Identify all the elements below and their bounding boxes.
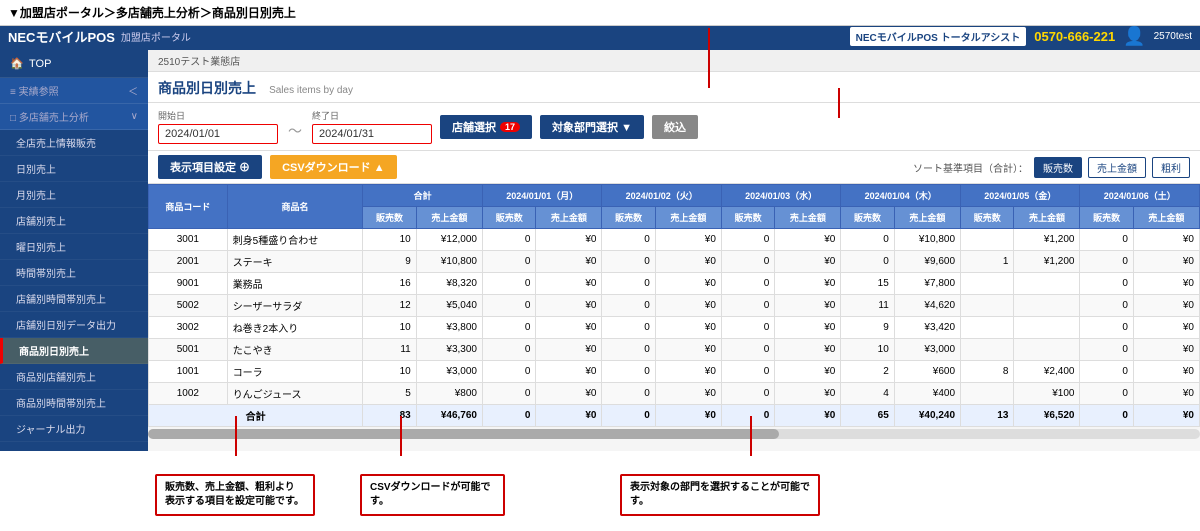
col-code: 商品コード [149,185,228,229]
data-table: 商品コード 商品名 合計 2024/01/01（月） 2024/01/02（火）… [148,184,1200,427]
page-header: 商品別日別売上 Sales items by day [148,72,1200,103]
execute-button[interactable]: 絞込 [652,115,698,139]
dept-select-button[interactable]: 対象部門選択 ▼ [540,115,644,139]
store-count-badge: 17 [500,122,520,132]
col-d1: 2024/01/01（月） [483,185,602,207]
logo: NECモバイルPOS [8,27,115,46]
sidebar-sub-product-hourly[interactable]: 商品別時間帯別売上 [0,390,148,416]
end-date-group: 終了日 [312,109,432,144]
page-title: 商品別日別売上 [158,80,256,96]
col-total: 合計 [363,185,483,207]
app-header: NECモバイルPOS 加盟店ポータル NECモバイルPOS トータルアシスト 0… [0,22,1200,50]
store-label: 2510テスト業態店 [148,50,1200,72]
callout-display: 販売数、売上金額、粗利より表示する項目を設定可能です。 [155,474,315,516]
sidebar-sub-journal[interactable]: ジャーナル出力 [0,416,148,442]
col-name: 商品名 [227,185,363,229]
sidebar-section-multi[interactable]: □ 多店舗売上分析 ∨ [0,104,148,130]
display-settings-button[interactable]: 表示項目設定 ⊕ [158,155,262,179]
data-table-wrapper[interactable]: 商品コード 商品名 合計 2024/01/01（月） 2024/01/02（火）… [148,184,1200,451]
sidebar-sub-dow[interactable]: 曜日別売上 [0,234,148,260]
date-separator: ～ [288,121,302,141]
table-row: 5001たこやき 11¥3,300 0¥0 0¥0 0¥0 10¥3,000 0… [149,339,1200,361]
sidebar: 🏠 TOP ≡ 実績参照 ＜ □ 多店舗売上分析 ∨ 全店売上情報販売 日別売上… [0,50,148,451]
sidebar-sub-store-hourly[interactable]: 店舗別時間帯別売上 [0,286,148,312]
col-d4: 2024/01/04（木） [841,185,961,207]
col-d3: 2024/01/03（水） [721,185,840,207]
col-d5: 2024/01/05（金） [961,185,1080,207]
col-d2: 2024/01/02（火） [602,185,721,207]
sidebar-sub-hourly[interactable]: 時間帯別売上 [0,260,148,286]
app-container: ▼加盟店ポータル＞多店舗売上分析＞商品別日別売上 最大31日間での集計が可能です… [0,0,1200,531]
toolbar-row: 表示項目設定 ⊕ CSVダウンロード ▲ ソート基準項目（合計）： 販売数 売上… [148,151,1200,184]
toolbar-left: 表示項目設定 ⊕ CSVダウンロード ▲ [158,155,397,179]
callout-csv: CSVダウンロードが可能です。 [360,474,505,516]
breadcrumb: ▼加盟店ポータル＞多店舗売上分析＞商品別日別売上 [8,6,296,20]
start-date-group: 開始日 [158,109,278,144]
sidebar-sub-daily[interactable]: 日別売上 [0,156,148,182]
end-date-label: 終了日 [312,109,432,122]
phone-number: 0570-666-221 [1034,29,1115,44]
sort-label: ソート基準項目（合計）： [913,160,1028,175]
sidebar-sub-all-store-sales[interactable]: 全店売上情報販売 [0,130,148,156]
sidebar-sub-product-store[interactable]: 商品別店舗別売上 [0,364,148,390]
table-row: 3002ね巻き2本入り 10¥3,800 0¥0 0¥0 0¥0 9¥3,420… [149,317,1200,339]
total-row: 合計 83¥46,760 0¥0 0¥0 0¥0 65¥40,240 13¥6,… [149,405,1200,427]
table-row: 2001ステーキ 9¥10,800 0¥0 0¥0 0¥0 0¥9,600 1¥… [149,251,1200,273]
col-d6: 2024/01/06（土） [1080,185,1200,207]
sort-sales-qty-button[interactable]: 販売数 [1034,157,1082,178]
table-row: 5002シーザーサラダ 12¥5,040 0¥0 0¥0 0¥0 11¥4,62… [149,295,1200,317]
end-date-input[interactable] [312,124,432,144]
sidebar-sub-store-daily-export[interactable]: 店舗別日別データ出力 [0,312,148,338]
callout-dept: 表示対象の部門を選択することが可能です。 [620,474,820,516]
sidebar-sub-product-daily[interactable]: 商品別日別売上 [0,338,148,364]
start-date-input[interactable] [158,124,278,144]
sidebar-item-top[interactable]: 🏠 TOP [0,50,148,78]
start-date-label: 開始日 [158,109,278,122]
user-label: 2570test [1154,31,1192,42]
sidebar-sub-store[interactable]: 店舗別売上 [0,208,148,234]
table-row: 3001刺身5種盛り合わせ 10¥12,000 0¥0 0¥0 0¥0 0¥10… [149,229,1200,251]
sidebar-sub-monthly[interactable]: 月別売上 [0,182,148,208]
sub-total-amt: 売上金額 [416,207,482,229]
store-select-button[interactable]: 店舗選択 17 [440,115,532,139]
table-row: 9001業務品 16¥8,320 0¥0 0¥0 0¥0 15¥7,800 0¥… [149,273,1200,295]
filter-area: 開始日 ～ 終了日 店舗選択 17 対象部門選択 [148,103,1200,151]
table-row: 1001コーラ 10¥3,000 0¥0 0¥0 0¥0 2¥600 8¥2,4… [149,361,1200,383]
csv-download-button[interactable]: CSVダウンロード ▲ [270,155,397,179]
sort-controls: ソート基準項目（合計）： 販売数 売上金額 粗利 [913,157,1190,178]
sidebar-section-records[interactable]: ≡ 実績参照 ＜ [0,78,148,104]
home-icon: 🏠 [10,57,24,70]
sort-profit-button[interactable]: 粗利 [1152,157,1190,178]
app-frame: NECモバイルPOS 加盟店ポータル NECモバイルPOS トータルアシスト 0… [0,22,1200,451]
sub-total-qty: 販売数 [363,207,416,229]
support-label: NECモバイルPOS トータルアシスト [850,27,1027,46]
horizontal-scrollbar[interactable] [148,429,1200,439]
portal-label: 加盟店ポータル [121,29,191,44]
sort-sales-amt-button[interactable]: 売上金額 [1088,157,1146,178]
page-subtitle: Sales items by day [259,85,353,96]
main-content: 2510テスト業態店 商品別日別売上 Sales items by day 開始… [148,50,1200,451]
table-row: 1002りんごジュース 5¥800 0¥0 0¥0 0¥0 4¥400 ¥100… [149,383,1200,405]
